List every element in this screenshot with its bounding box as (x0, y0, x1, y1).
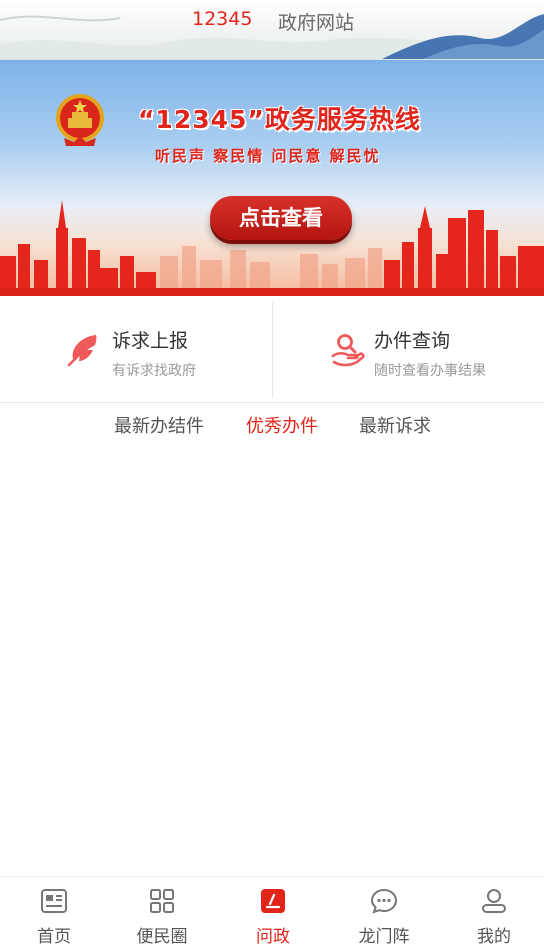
nav-inquiry-label: 问政 (256, 927, 290, 946)
tab-excellent-cases[interactable]: 优秀办件 (246, 412, 318, 438)
nav-home-label: 首页 (37, 927, 71, 946)
grid-icon (150, 889, 174, 913)
case-segment-tabs: 最新办结件 优秀办件 最新诉求 (0, 404, 544, 444)
submit-request-title: 诉求上报 (112, 330, 189, 352)
tab-latest-closed[interactable]: 最新办结件 (114, 412, 204, 438)
nav-longmenzhen-label: 龙门阵 (358, 927, 410, 946)
tab-latest-requests[interactable]: 最新诉求 (359, 412, 431, 438)
action-cards: 诉求上报 有诉求找政府 办件查询 随时查看办事结果 (0, 296, 544, 403)
view-details-button[interactable]: 点击查看 (210, 196, 352, 240)
chat-bubble-icon (370, 888, 398, 914)
submit-request-subtitle: 有诉求找政府 (112, 363, 196, 379)
nav-convenience[interactable]: 便民圈 (108, 877, 216, 946)
app-root: 12345 政府网站 “12345”政务服务热线 听民声 察民情 问民意 解民忧… (0, 0, 544, 946)
news-icon (41, 889, 67, 913)
nav-home[interactable]: 首页 (0, 877, 108, 946)
nav-longmenzhen[interactable]: 龙门阵 (330, 877, 438, 946)
user-icon (482, 889, 506, 913)
bottom-nav: 首页 便民圈 问政 龙门阵 我的 (0, 876, 544, 946)
hand-search-icon (331, 334, 365, 367)
case-query-title: 办件查询 (374, 330, 451, 352)
nav-mine[interactable]: 我的 (440, 877, 544, 946)
tab-gov-website[interactable]: 政府网站 (278, 8, 354, 35)
edit-icon (261, 889, 285, 913)
national-emblem-icon (56, 94, 104, 146)
banner-slogan: 听民声 察民情 问民意 解民忧 (155, 147, 381, 165)
wave-decoration (0, 14, 544, 59)
nav-convenience-label: 便民圈 (136, 927, 188, 946)
hotline-banner[interactable]: “12345”政务服务热线 听民声 察民情 问民意 解民忧 点击查看 (0, 60, 544, 296)
banner-title: “12345”政务服务热线 (138, 105, 421, 134)
tab-12345[interactable]: 12345 (192, 8, 252, 30)
nav-inquiry[interactable]: 问政 (219, 877, 327, 946)
feather-pen-icon (67, 335, 97, 367)
case-query-subtitle: 随时查看办事结果 (374, 363, 486, 379)
case-query-card[interactable]: 办件查询 随时查看办事结果 (273, 296, 544, 403)
nav-mine-label: 我的 (477, 927, 511, 946)
submit-request-card[interactable]: 诉求上报 有诉求找政府 (0, 296, 272, 403)
top-tab-bar: 12345 政府网站 (0, 0, 544, 60)
